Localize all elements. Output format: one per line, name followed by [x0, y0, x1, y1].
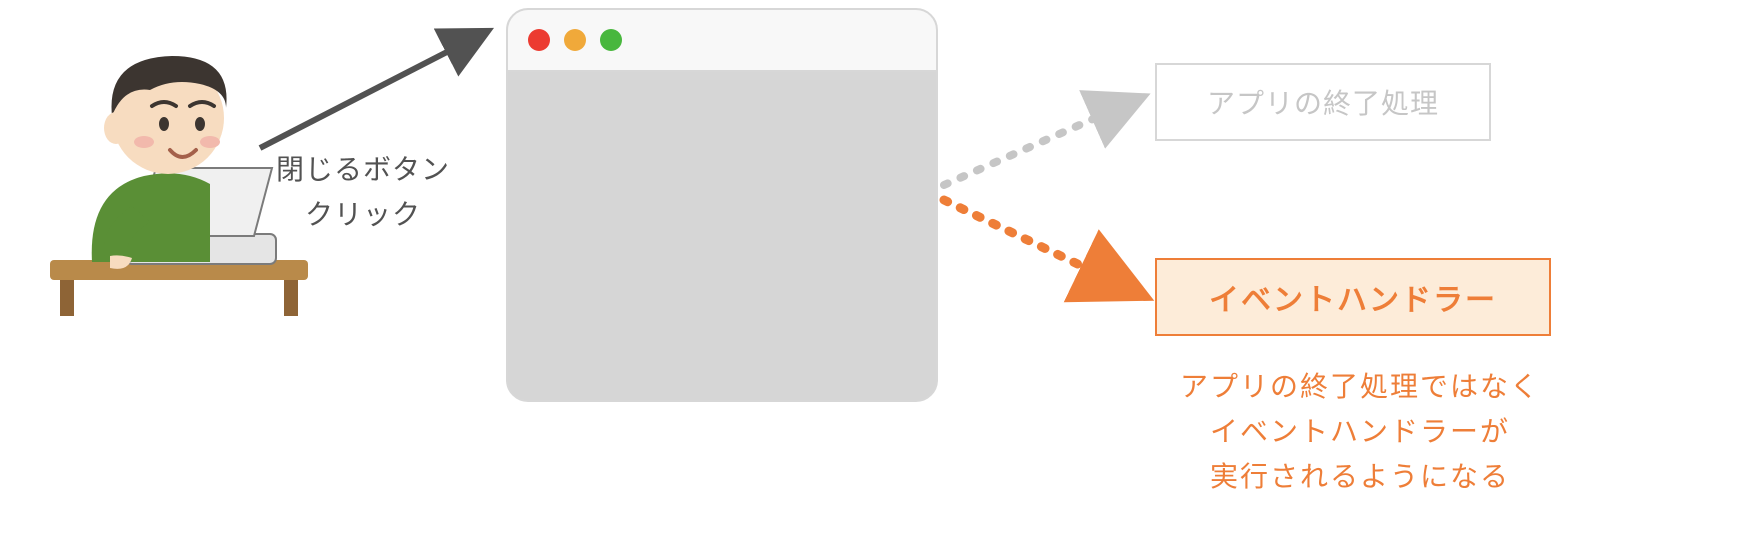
- event-handler-label: イベントハンドラー: [1209, 275, 1497, 319]
- caption-line3: 実行されるようになる: [1210, 461, 1510, 492]
- caption-line1: アプリの終了処理ではなく: [1180, 371, 1540, 402]
- caption: アプリの終了処理ではなく イベントハンドラーが 実行されるようになる: [1095, 365, 1625, 499]
- titlebar: [508, 10, 936, 72]
- click-label-line2: クリック: [305, 199, 421, 230]
- click-label-line1: 閉じるボタン: [276, 154, 450, 185]
- zoom-dot-icon[interactable]: [600, 29, 622, 51]
- minimize-dot-icon[interactable]: [564, 29, 586, 51]
- close-dot-icon[interactable]: [528, 29, 550, 51]
- arrow-to-shutdown: [944, 100, 1136, 185]
- arrow-to-handler: [944, 200, 1136, 292]
- app-window: [506, 8, 938, 402]
- app-shutdown-box: アプリの終了処理: [1155, 63, 1491, 141]
- caption-line2: イベントハンドラーが: [1210, 416, 1510, 447]
- event-handler-box: イベントハンドラー: [1155, 258, 1551, 336]
- click-label: 閉じるボタン クリック: [276, 148, 450, 238]
- app-shutdown-label: アプリの終了処理: [1207, 82, 1439, 122]
